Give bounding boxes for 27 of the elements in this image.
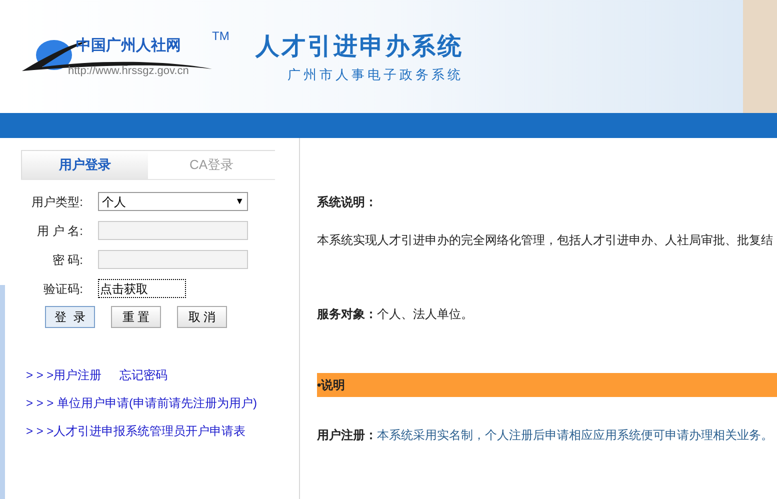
logo-url: http://www.hrssgz.gov.cn [68,64,189,78]
form-button[interactable]: 登 录 [45,306,95,328]
text-link[interactable]: > > >用户注册 [26,366,102,384]
login-tab[interactable]: 用户登录 [21,150,148,179]
form-button[interactable]: 重 置 [111,306,161,328]
input-field[interactable] [98,250,248,269]
section-heading: 服务对象： [317,306,377,323]
system-subtitle: 广州市人事电子政务系统 [287,66,464,84]
input-field[interactable] [98,221,248,240]
section-heading: 系统说明： [317,194,378,211]
text-link[interactable]: 忘记密码 [120,366,168,384]
field-label: 用 户 名: [36,222,84,240]
description-text: 本系统采用实名制，个人注册后申请相应应用系统便可申请办理相关业务。 [377,427,773,444]
text-link[interactable]: > > >人才引进申报系统管理员开户申请表 [26,422,246,440]
field-label: 验证码: [42,280,84,298]
description-text: 本系统实现人才引进申办的完全网络化管理，包括人才引进申办、人社局审批、批复结 [317,232,774,249]
field-label: 密 码: [51,252,84,268]
text-link[interactable]: > > > 单位用户申请(申请前请先注册为用户) [26,394,258,412]
trademark-text: TM [212,28,230,44]
user-type-select[interactable]: 个人 ▼ [98,192,248,211]
captcha-button[interactable]: 点击获取 [98,279,186,298]
description-text: 个人、法人单位。 [377,306,473,323]
system-title: 人才引进申办系统 [255,32,464,62]
section-heading: 用户注册： [317,427,377,444]
form-button[interactable]: 取 消 [177,306,227,328]
field-label: 用户类型: [30,194,84,210]
section-bar: •说明 [317,373,777,397]
